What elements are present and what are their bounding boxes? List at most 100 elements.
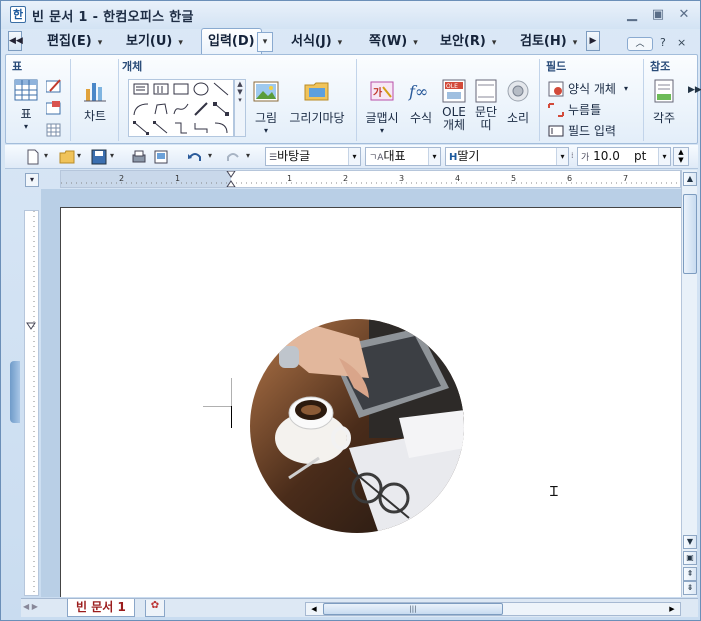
- straight-connector-icon[interactable]: [133, 121, 149, 135]
- save-icon[interactable]: [91, 149, 107, 165]
- ruler-mark: 5: [511, 174, 516, 183]
- table-erase-icon[interactable]: [46, 101, 62, 115]
- language-select[interactable]: ㄱA대표 ▾: [365, 147, 441, 166]
- open-dropdown[interactable]: ▾: [77, 151, 81, 160]
- table-draw-icon[interactable]: [46, 79, 62, 93]
- scroll-right-button[interactable]: ▶: [665, 603, 679, 615]
- paragraph-band-button[interactable]: 문단 띠: [472, 79, 500, 132]
- field-input-button[interactable]: 필드 입력: [548, 122, 616, 139]
- svg-text:f∞: f∞: [408, 82, 428, 101]
- vertical-textbox-icon[interactable]: [153, 82, 169, 96]
- maximize-button[interactable]: ▣: [649, 7, 667, 23]
- draw-wizard-button[interactable]: 그리기마당: [286, 79, 348, 126]
- form-object-button[interactable]: 양식 개체 ▾: [548, 80, 628, 97]
- document-workspace: Ɪ: [41, 189, 681, 597]
- vertical-scroll-thumb[interactable]: [683, 194, 697, 274]
- picture-icon: [253, 81, 279, 102]
- equation-button[interactable]: f∞ 수식: [406, 79, 436, 126]
- tab-insert[interactable]: 입력(D): [201, 28, 262, 55]
- font-size-spinner[interactable]: ▲ ▼: [673, 147, 689, 166]
- ole-object-button[interactable]: OLE OLE 개체: [439, 79, 469, 132]
- horizontal-scroll-thumb[interactable]: |||: [323, 603, 503, 615]
- horizontal-ruler[interactable]: 2 1 1 2 3 4 5 6 7: [60, 170, 681, 188]
- redo-icon[interactable]: [225, 149, 241, 165]
- font-select[interactable]: H딸기 ▾: [445, 147, 569, 166]
- tab-edit[interactable]: 편집(E) ▾: [47, 29, 102, 54]
- new-document-icon[interactable]: [25, 149, 41, 165]
- table-grid-icon[interactable]: [46, 123, 62, 137]
- redo-dropdown[interactable]: ▾: [246, 151, 250, 160]
- curved-connector-icon[interactable]: [213, 121, 229, 135]
- undo-icon[interactable]: [187, 149, 203, 165]
- tab-page[interactable]: 쪽(W) ▾: [369, 29, 418, 54]
- print-icon[interactable]: [131, 149, 147, 165]
- page-view-button[interactable]: ▣: [683, 551, 697, 565]
- menu-scroll-right-button[interactable]: ▶: [586, 31, 600, 51]
- picture-button[interactable]: 그림 ▾: [252, 79, 280, 135]
- next-page-button[interactable]: ⇟: [683, 581, 697, 595]
- font-size-field[interactable]: 가 10.0 pt ▾: [577, 147, 671, 166]
- ribbon-collapse-button[interactable]: ︿: [627, 37, 653, 51]
- vertical-scrollbar[interactable]: ▲ ▼ ▣ ⇞ ⇟: [681, 170, 697, 597]
- tab-nav-buttons[interactable]: ◀ ▶: [23, 602, 38, 611]
- curve-shape-icon[interactable]: [173, 102, 189, 116]
- document-page[interactable]: Ɪ: [60, 207, 681, 597]
- minimize-button[interactable]: ▁: [623, 7, 641, 23]
- connector-shape-icon[interactable]: [213, 102, 229, 116]
- style-select-arrow[interactable]: ▾: [348, 148, 360, 165]
- group-label-reference: 참조: [650, 60, 671, 73]
- font-size-unit: pt: [634, 149, 647, 163]
- scroll-down-button[interactable]: ▼: [683, 535, 697, 549]
- ribbon-more-button[interactable]: ▶▶: [688, 85, 701, 95]
- document-tab[interactable]: 빈 문서 1: [67, 599, 135, 617]
- font-select-arrow[interactable]: ▾: [556, 148, 568, 165]
- group-label-table: 표: [12, 60, 23, 73]
- close-window-button[interactable]: ✕: [675, 7, 693, 23]
- click-here-button[interactable]: 누름틀: [548, 101, 601, 118]
- menu-scroll-left-button[interactable]: ◀◀: [8, 31, 23, 51]
- tab-view[interactable]: 보기(U) ▾: [126, 29, 183, 54]
- arrow-connector-icon[interactable]: [153, 121, 169, 135]
- side-panel-toggle[interactable]: [10, 361, 20, 423]
- tab-insert-dropdown[interactable]: ▾: [257, 32, 273, 52]
- table-button[interactable]: 표 ▾: [12, 79, 40, 131]
- sound-button[interactable]: 소리: [503, 79, 533, 126]
- close-document-button[interactable]: ×: [677, 36, 686, 49]
- tab-review[interactable]: 검토(H) ▾: [520, 29, 577, 54]
- arc-shape-icon[interactable]: [133, 102, 149, 116]
- new-document-dropdown[interactable]: ▾: [44, 151, 48, 160]
- hwp-app-icon[interactable]: 한: [10, 6, 26, 23]
- font-size-dropdown[interactable]: ▾: [658, 148, 670, 165]
- shape-gallery[interactable]: [128, 79, 234, 137]
- polygon-shape-icon[interactable]: [153, 102, 169, 116]
- open-folder-icon[interactable]: [59, 149, 75, 165]
- inserted-circular-picture[interactable]: [249, 318, 465, 534]
- line-shape-icon[interactable]: [213, 82, 229, 96]
- help-button[interactable]: ?: [660, 36, 666, 49]
- tab-security[interactable]: 보안(R) ▾: [440, 29, 496, 54]
- chart-button[interactable]: 차트: [78, 79, 112, 124]
- scroll-left-button[interactable]: ◀: [307, 603, 321, 615]
- tab-format[interactable]: 서식(J) ▾: [291, 29, 342, 54]
- pen-shape-icon[interactable]: [193, 102, 209, 116]
- rectangle-shape-icon[interactable]: [173, 82, 189, 96]
- shape-gallery-scroll[interactable]: ▲ ▼ ▾: [234, 79, 246, 137]
- wordart-button[interactable]: 가 글맵시 ▾: [364, 79, 400, 135]
- textbox-shape-icon[interactable]: [133, 82, 149, 96]
- footnote-button[interactable]: 각주: [649, 79, 679, 126]
- save-dropdown[interactable]: ▾: [110, 151, 114, 160]
- ellipse-shape-icon[interactable]: [193, 82, 209, 96]
- elbow-connector-icon[interactable]: [173, 121, 189, 135]
- scroll-up-button[interactable]: ▲: [683, 172, 697, 186]
- standard-toolbar: ▾ ▾ ▾ ▾ ▾ ☰바탕글 ▾ ㄱA대표 ▾ H딸기 ▾ ⁞ 가 10.0 p…: [5, 145, 698, 169]
- new-tab-button[interactable]: ✿: [145, 600, 165, 617]
- prev-page-button[interactable]: ⇞: [683, 567, 697, 581]
- vertical-ruler[interactable]: [24, 210, 39, 596]
- horizontal-scrollbar[interactable]: ◀ ||| ▶: [305, 602, 681, 616]
- elbow-arrow-connector-icon[interactable]: [193, 121, 209, 135]
- print-preview-icon[interactable]: [153, 149, 169, 165]
- language-select-arrow[interactable]: ▾: [428, 148, 440, 165]
- undo-dropdown[interactable]: ▾: [208, 151, 212, 160]
- ruler-corner-button[interactable]: ▾: [25, 173, 39, 187]
- style-select[interactable]: ☰바탕글 ▾: [265, 147, 361, 166]
